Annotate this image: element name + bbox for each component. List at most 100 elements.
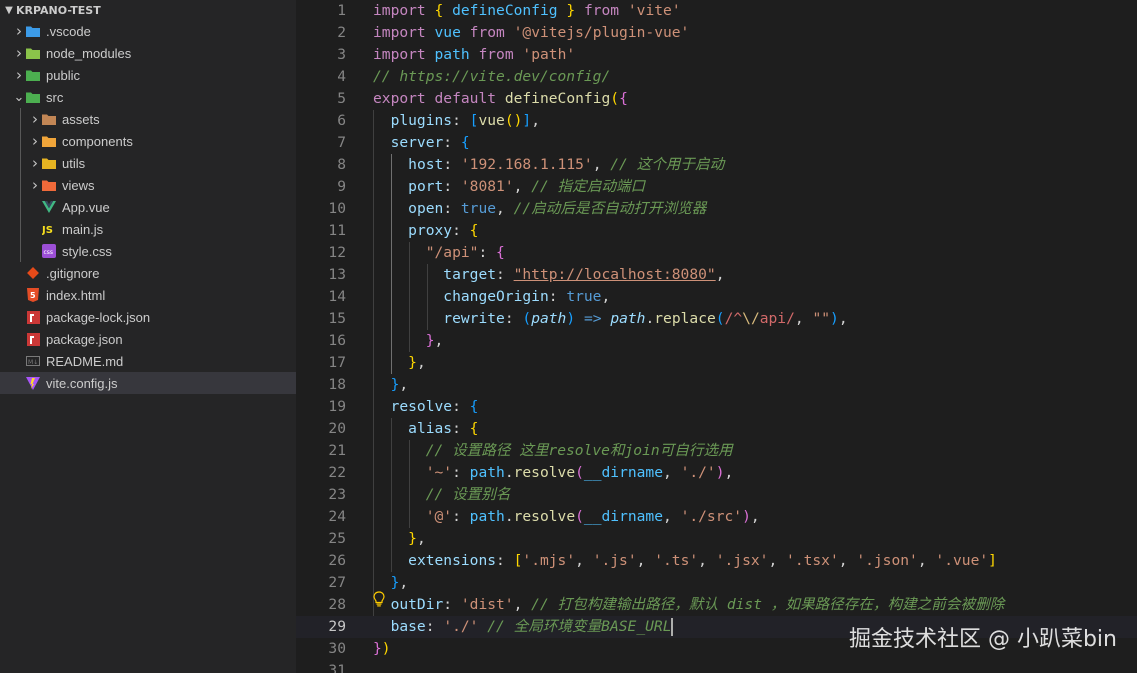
code-line[interactable]: 22 '~': path.resolve(__dirname, './'), xyxy=(296,462,1137,484)
code-token: alias xyxy=(408,420,453,437)
code-token: { xyxy=(469,222,479,239)
code-text: host: '192.168.1.115', // 这个用于启动 xyxy=(373,154,724,176)
code-token: . xyxy=(504,464,514,481)
code-line[interactable]: 16 }, xyxy=(296,330,1137,352)
code-token: // 设置路径 这里resolve和join可自行选用 xyxy=(425,442,733,459)
code-token: : xyxy=(452,112,470,129)
tree-item-components[interactable]: › components xyxy=(0,130,296,152)
code-token: defineConfig xyxy=(504,90,611,107)
code-line[interactable]: 7 server: { xyxy=(296,132,1137,154)
code-text: proxy: { xyxy=(373,220,478,242)
tree-item-readme-md[interactable]: M↓ README.md xyxy=(0,350,296,372)
code-token: , xyxy=(513,596,532,613)
components-folder-icon xyxy=(42,134,56,148)
lightbulb-icon[interactable] xyxy=(372,591,386,607)
line-number: 20 xyxy=(328,420,346,437)
code-line[interactable]: 14 changeOrigin: true, xyxy=(296,286,1137,308)
tree-item-assets[interactable]: › assets xyxy=(0,108,296,130)
code-token: //启动后是否自动打开浏览器 xyxy=(513,200,707,217)
line-number: 2 xyxy=(337,24,346,41)
code-line[interactable]: 1 import { defineConfig } from 'vite' xyxy=(296,0,1137,22)
src-folder-icon xyxy=(26,90,40,104)
code-text: import { defineConfig } from 'vite' xyxy=(373,0,681,22)
code-line[interactable]: 21 // 设置路径 这里resolve和join可自行选用 xyxy=(296,440,1137,462)
code-line[interactable]: 24 '@': path.resolve(__dirname, './src')… xyxy=(296,506,1137,528)
tree-item-views[interactable]: › views xyxy=(0,174,296,196)
code-text: import path from 'path' xyxy=(373,44,575,66)
code-line[interactable]: 28 outDir: 'dist', // 打包构建输出路径，默认 dist ，… xyxy=(296,594,1137,616)
code-line[interactable]: 27 }, xyxy=(296,572,1137,594)
line-number: 4 xyxy=(337,68,346,85)
code-token: replace xyxy=(654,310,716,327)
code-line[interactable]: 17 }, xyxy=(296,352,1137,374)
code-line[interactable]: 5 export default defineConfig({ xyxy=(296,88,1137,110)
code-line[interactable]: 15 rewrite: (path) => path.replace(/^\/a… xyxy=(296,308,1137,330)
tree-item-vite-config-js[interactable]: vite.config.js xyxy=(0,372,296,394)
code-token: '192.168.1.115' xyxy=(460,156,593,173)
tree-item-public[interactable]: › public xyxy=(0,64,296,86)
line-number: 1 xyxy=(337,2,346,19)
tree-item-index-html[interactable]: 5 index.html xyxy=(0,284,296,306)
code-line[interactable]: 4 // https://vite.dev/config/ xyxy=(296,66,1137,88)
code-line[interactable]: 20 alias: { xyxy=(296,418,1137,440)
tree-item-style-css[interactable]: css style.css xyxy=(0,240,296,262)
code-line[interactable]: 12 "/api": { xyxy=(296,242,1137,264)
code-line[interactable]: 23 // 设置别名 xyxy=(296,484,1137,506)
tree-item-package-json[interactable]: package.json xyxy=(0,328,296,350)
code-token: default xyxy=(434,90,497,107)
tree-item-gitignore[interactable]: .gitignore xyxy=(0,262,296,284)
code-line[interactable]: 26 extensions: ['.mjs', '.js', '.ts', '.… xyxy=(296,550,1137,572)
code-line[interactable]: 8 host: '192.168.1.115', // 这个用于启动 xyxy=(296,154,1137,176)
code-line[interactable]: 13 target: "http://localhost:8080", xyxy=(296,264,1137,286)
explorer-project-header[interactable]: ▼ KRPANO-TEST xyxy=(0,0,296,20)
code-line[interactable]: 25 }, xyxy=(296,528,1137,550)
code-token: api/ xyxy=(759,310,795,327)
tree-item-label: node_modules xyxy=(46,45,132,61)
code-text: import vue from '@vitejs/plugin-vue' xyxy=(373,22,689,44)
code-line[interactable]: 19 resolve: { xyxy=(296,396,1137,418)
tree-item-package-lock-json[interactable]: package-lock.json xyxy=(0,306,296,328)
code-token: // 全局环境变量BASE_URL xyxy=(487,618,672,635)
code-token: ] xyxy=(988,552,997,569)
code-token: '@vitejs/plugin-vue' xyxy=(513,24,690,41)
code-token: /^ xyxy=(724,310,743,327)
code-line[interactable]: 3 import path from 'path' xyxy=(296,44,1137,66)
tree-item-label: main.js xyxy=(62,221,104,237)
tree-item-label: assets xyxy=(62,111,100,127)
code-line[interactable]: 18 }, xyxy=(296,374,1137,396)
tree-item-utils[interactable]: › utils xyxy=(0,152,296,174)
code-token: , xyxy=(768,552,787,569)
code-text: changeOrigin: true, xyxy=(373,286,610,308)
tree-item-src[interactable]: ⌄ src xyxy=(0,86,296,108)
chevron-right-icon: › xyxy=(32,110,38,128)
file-tree: › .vscode › node_modules › public ⌄ src › assets ›… xyxy=(0,20,296,394)
code-token: : xyxy=(452,222,470,239)
code-line[interactable]: 9 port: '8081', // 指定启动端口 xyxy=(296,176,1137,198)
code-token: } xyxy=(373,640,382,657)
code-line[interactable]: 6 plugins: [vue()], xyxy=(296,110,1137,132)
code-text: // 设置别名 xyxy=(373,484,511,506)
vue-file-icon xyxy=(42,200,56,214)
tree-item-vscode[interactable]: › .vscode xyxy=(0,20,296,42)
code-token: "/api" xyxy=(425,244,479,261)
code-lines: 1 import { defineConfig } from 'vite' 2 imp… xyxy=(296,0,1137,673)
tree-item-app-vue[interactable]: App.vue xyxy=(0,196,296,218)
code-line[interactable]: 11 proxy: { xyxy=(296,220,1137,242)
code-line[interactable]: 10 open: true, //启动后是否自动打开浏览器 xyxy=(296,198,1137,220)
code-token: '.vue' xyxy=(935,552,989,569)
code-line[interactable]: 31 xyxy=(296,660,1137,673)
tree-item-main-js[interactable]: JS main.js xyxy=(0,218,296,240)
code-token: export xyxy=(373,90,426,107)
code-line[interactable]: 2 import vue from '@vitejs/plugin-vue' xyxy=(296,22,1137,44)
line-number: 22 xyxy=(328,464,346,481)
tree-item-node-modules[interactable]: › node_modules xyxy=(0,42,296,64)
utils-folder-icon xyxy=(42,156,56,170)
code-editor[interactable]: 1 import { defineConfig } from 'vite' 2 imp… xyxy=(296,0,1137,673)
